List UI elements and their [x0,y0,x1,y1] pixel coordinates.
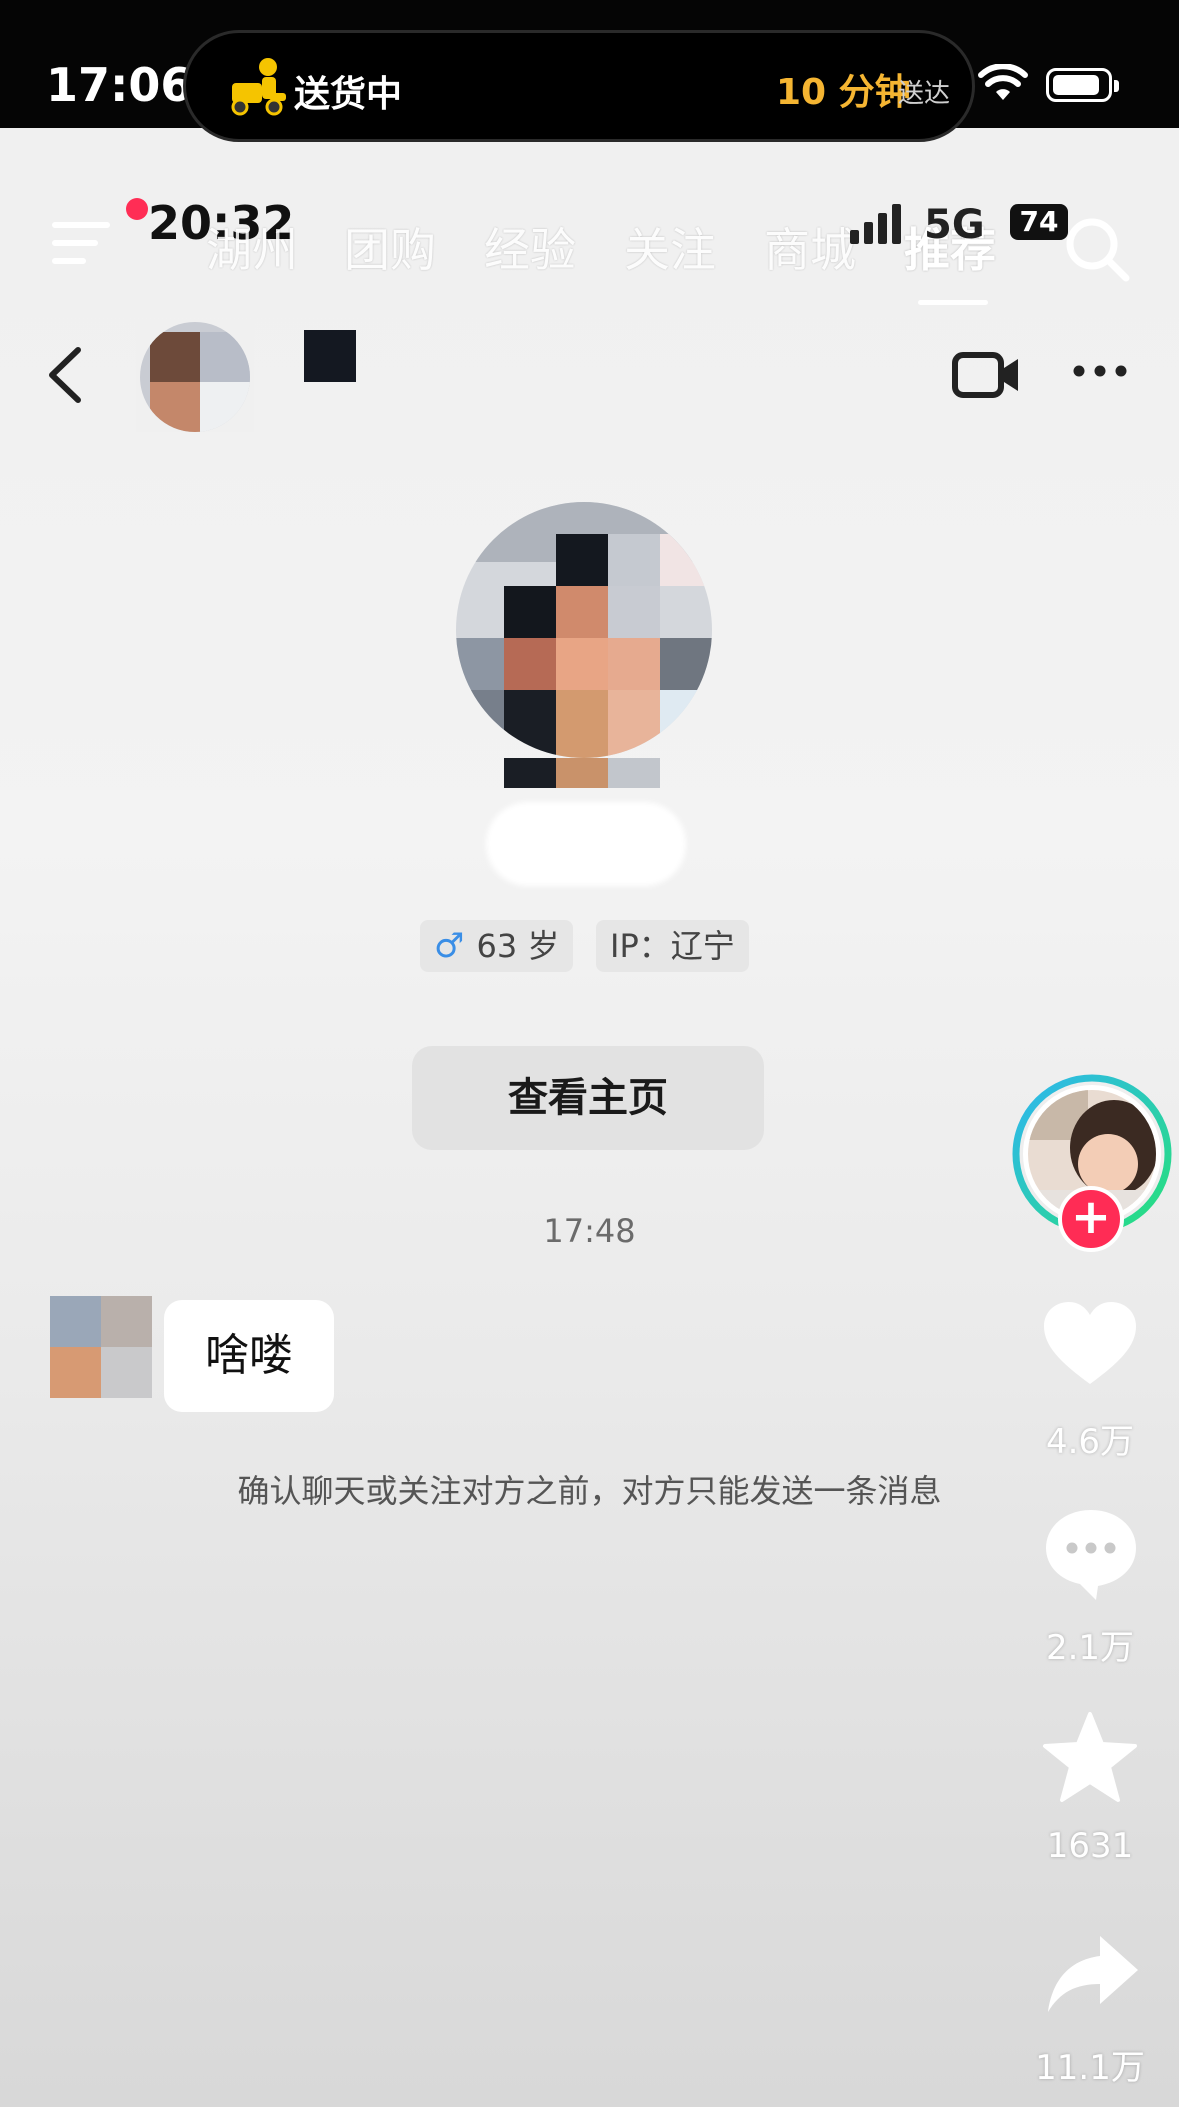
contact-name-redacted [304,330,356,382]
like-count: 4.6万 [1045,1422,1135,1462]
wifi-icon [978,64,1028,100]
delivery-rider-icon [231,58,286,116]
delivery-eta-suffix: 送达 [898,79,951,109]
profile-name-redacted [486,802,686,886]
screen: 17:06 送货中 10 分钟 送达 20:32 湖州 团购 经验 关注 商城 … [0,0,1179,2107]
contact-avatar[interactable] [136,322,254,432]
follow-plus-button[interactable]: + [1058,1186,1124,1252]
notification-dot [126,198,148,220]
comment-count: 2.1万 [1045,1628,1135,1668]
message-bubble[interactable]: 啥喽 [164,1300,334,1412]
menu-icon[interactable] [52,218,112,268]
system-time: 17:06 [46,58,193,112]
like-heart-icon[interactable] [1042,1300,1138,1386]
more-options-icon[interactable] [1072,364,1128,378]
tab-following[interactable]: 关注 [624,214,716,280]
chat-restriction-notice: 确认聊天或关注对方之前，对方只能发送一条消息 [237,1472,942,1510]
delivery-eta: 10 分钟 [776,72,911,113]
tab-group-buy[interactable]: 团购 [344,214,436,280]
message-timestamp: 17:48 [543,1212,636,1250]
comment-icon[interactable] [1042,1506,1140,1602]
sender-avatar[interactable] [50,1296,152,1398]
male-icon: ♂ [434,926,465,966]
profile-avatar[interactable] [456,502,712,788]
tab-experience[interactable]: 经验 [484,214,576,280]
age-text: 63 岁 [476,927,560,965]
system-status-bar: 17:06 送货中 10 分钟 送达 [0,0,1179,142]
dynamic-island-delivery[interactable]: 送货中 10 分钟 送达 [183,30,975,142]
video-call-icon[interactable] [952,350,1022,400]
ip-location-chip: IP：辽宁 [596,920,749,972]
tab-mall[interactable]: 商城 [764,214,856,280]
signal-icon [850,204,901,244]
share-count: 11.1万 [1035,2048,1145,2088]
back-icon[interactable] [40,340,90,410]
search-icon[interactable] [1062,214,1132,284]
tab-huzhou[interactable]: 湖州 [206,214,298,280]
network-type: 5G [924,202,985,248]
active-tab-indicator [918,300,988,305]
favorite-count: 1631 [1046,1826,1134,1866]
overlay-battery: 74 [1010,204,1068,240]
gender-age-chip: ♂ 63 岁 [420,920,574,972]
share-arrow-icon[interactable] [1044,1932,1140,2016]
favorite-star-icon[interactable] [1040,1710,1140,1806]
delivery-status: 送货中 [294,74,403,115]
battery-icon [1046,68,1119,102]
view-profile-button[interactable]: 查看主页 [412,1046,764,1150]
